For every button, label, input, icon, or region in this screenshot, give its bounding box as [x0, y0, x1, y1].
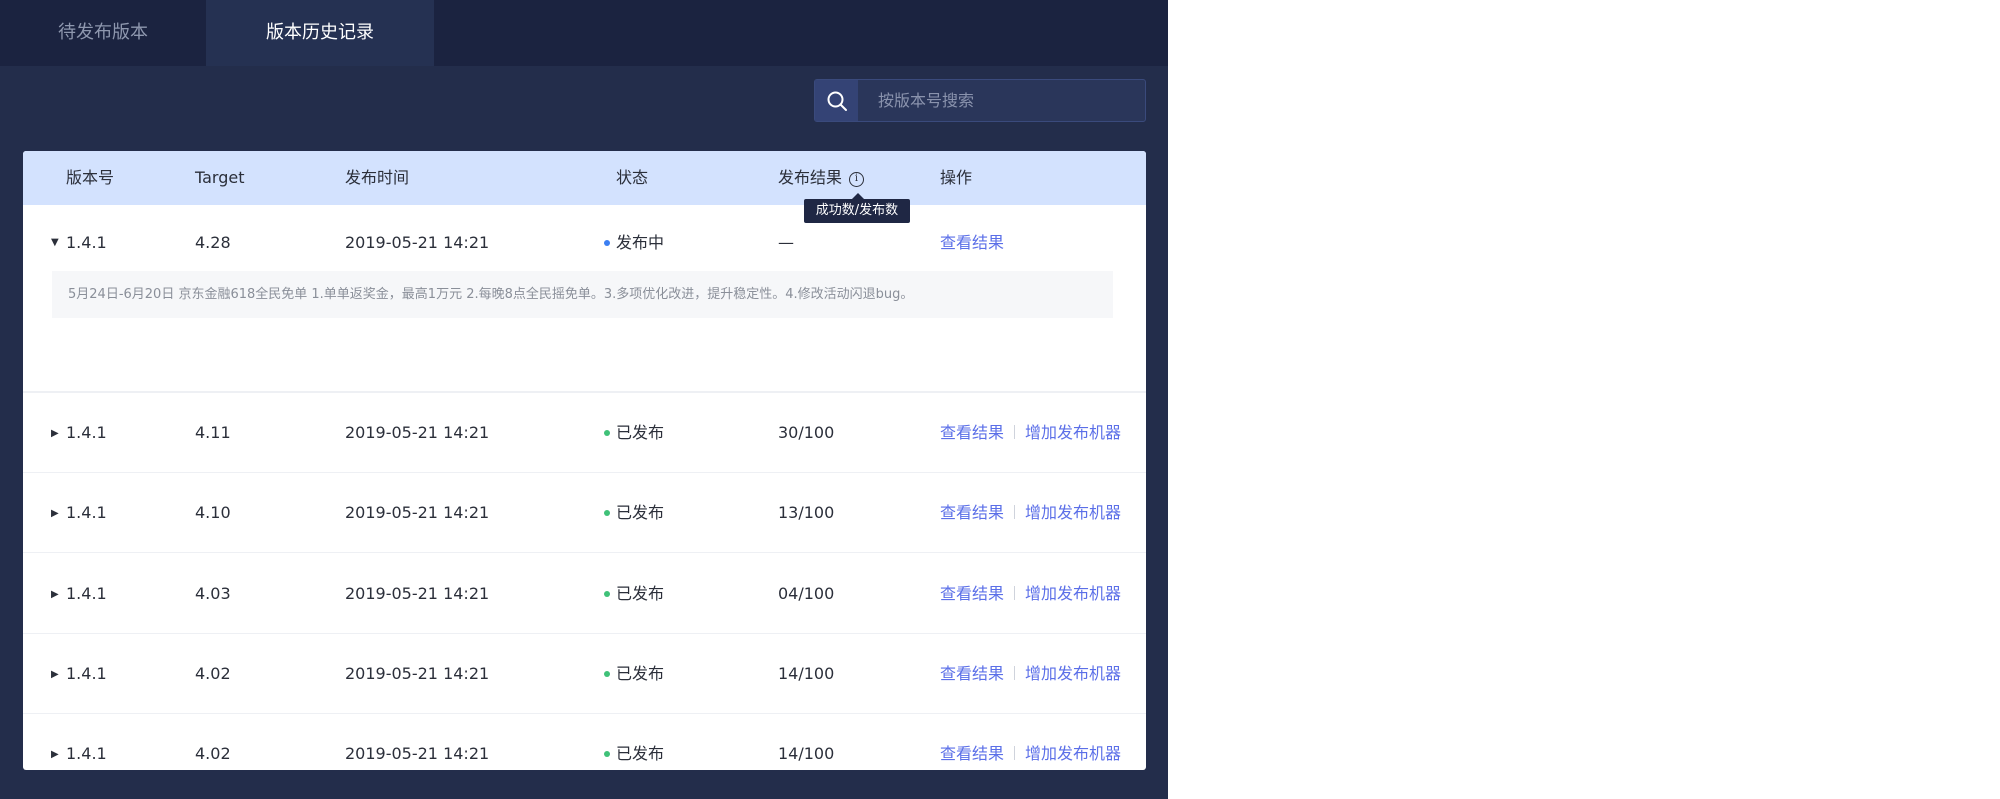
- expand-caret-icon[interactable]: ▶: [51, 749, 59, 760]
- target-cell: 4.02: [195, 664, 231, 683]
- table-row: ▶ 1.4.1 4.02 2019-05-21 14:21 已发布 14/100…: [23, 714, 1146, 770]
- search-box: [814, 79, 1146, 122]
- version-cell: 1.4.1: [66, 503, 107, 522]
- tab-bar: 待发布版本 版本历史记录: [0, 0, 1168, 66]
- add-machine-link[interactable]: 增加发布机器: [1025, 664, 1121, 683]
- version-cell: 1.4.1: [66, 423, 107, 442]
- version-cell: 1.4.1: [66, 664, 107, 683]
- time-cell: 2019-05-21 14:21: [345, 744, 490, 763]
- expand-caret-icon[interactable]: ▶: [51, 508, 59, 519]
- operation-cell: 查看结果 增加发布机器: [940, 473, 1121, 553]
- header-target: Target: [195, 168, 245, 187]
- release-description: 5月24日-6月20日 京东金融618全民免单 1.单单返奖金，最高1万元 2.…: [52, 271, 1113, 318]
- tab-release-history[interactable]: 版本历史记录: [206, 0, 434, 66]
- target-cell: 4.11: [195, 423, 231, 442]
- operation-cell: 查看结果 增加发布机器: [940, 393, 1121, 473]
- release-panel: 待发布版本 版本历史记录 版本号 Target 发布时间 状态 发布结果 i 操…: [0, 0, 1168, 799]
- view-result-link[interactable]: 查看结果: [940, 423, 1004, 442]
- tab-pending-release[interactable]: 待发布版本: [0, 0, 206, 66]
- expand-caret-icon[interactable]: ▶: [51, 428, 59, 439]
- status-dot-icon: [604, 430, 610, 436]
- header-status: 状态: [616, 168, 649, 187]
- version-search-input[interactable]: [858, 80, 1145, 121]
- target-cell: 4.03: [195, 584, 231, 603]
- status-dot-icon: [604, 751, 610, 757]
- link-divider: [1014, 425, 1016, 439]
- time-cell: 2019-05-21 14:21: [345, 503, 490, 522]
- search-button[interactable]: [815, 80, 858, 121]
- view-result-link[interactable]: 查看结果: [940, 584, 1004, 603]
- result-cell: 04/100: [778, 584, 835, 603]
- link-divider: [1014, 746, 1016, 760]
- release-history-table: 版本号 Target 发布时间 状态 发布结果 i 操作 成功数/发布数 ▼ 1…: [23, 151, 1146, 770]
- status-dot-icon: [604, 591, 610, 597]
- link-divider: [1014, 505, 1016, 519]
- status-cell: 已发布: [616, 584, 665, 603]
- header-release-time: 发布时间: [345, 168, 410, 187]
- version-cell: 1.4.1: [66, 584, 107, 603]
- link-divider: [1014, 586, 1016, 600]
- view-result-link[interactable]: 查看结果: [940, 503, 1004, 522]
- status-dot-icon: [604, 240, 610, 246]
- result-cell: —: [778, 233, 794, 252]
- status-cell: 已发布: [616, 503, 665, 522]
- status-cell: 已发布: [616, 423, 665, 442]
- add-machine-link[interactable]: 增加发布机器: [1025, 584, 1121, 603]
- result-tooltip: 成功数/发布数: [804, 193, 910, 223]
- result-cell: 14/100: [778, 664, 835, 683]
- add-machine-link[interactable]: 增加发布机器: [1025, 423, 1121, 442]
- table-row: ▶ 1.4.1 4.03 2019-05-21 14:21 已发布 04/100…: [23, 554, 1146, 634]
- expand-caret-icon[interactable]: ▶: [51, 669, 59, 680]
- status-cell: 已发布: [616, 744, 665, 763]
- time-cell: 2019-05-21 14:21: [345, 233, 490, 252]
- status-dot-icon: [604, 510, 610, 516]
- header-operation: 操作: [940, 168, 973, 187]
- status-cell: 发布中: [616, 233, 665, 252]
- time-cell: 2019-05-21 14:21: [345, 664, 490, 683]
- result-cell: 14/100: [778, 744, 835, 763]
- header-version: 版本号: [66, 168, 115, 187]
- status-cell: 已发布: [616, 664, 665, 683]
- collapse-caret-icon[interactable]: ▼: [51, 237, 59, 248]
- result-cell: 13/100: [778, 503, 835, 522]
- add-machine-link[interactable]: 增加发布机器: [1025, 503, 1121, 522]
- info-icon[interactable]: i: [849, 172, 864, 187]
- header-release-result: 发布结果: [778, 168, 843, 187]
- target-cell: 4.28: [195, 233, 231, 252]
- table-row: ▶ 1.4.1 4.10 2019-05-21 14:21 已发布 13/100…: [23, 473, 1146, 553]
- operation-cell: 查看结果: [940, 205, 1004, 281]
- time-cell: 2019-05-21 14:21: [345, 423, 490, 442]
- operation-cell: 查看结果 增加发布机器: [940, 634, 1121, 714]
- table-row: ▶ 1.4.1 4.11 2019-05-21 14:21 已发布 30/100…: [23, 393, 1146, 473]
- link-divider: [1014, 666, 1016, 680]
- table-header: 版本号 Target 发布时间 状态 发布结果 i 操作: [23, 151, 1146, 205]
- operation-cell: 查看结果 增加发布机器: [940, 714, 1121, 770]
- table-row-expanded: ▼ 1.4.1 4.28 2019-05-21 14:21 发布中 — 查看结果…: [23, 205, 1146, 393]
- view-result-link[interactable]: 查看结果: [940, 744, 1004, 763]
- result-cell: 30/100: [778, 423, 835, 442]
- view-result-link[interactable]: 查看结果: [940, 664, 1004, 683]
- time-cell: 2019-05-21 14:21: [345, 584, 490, 603]
- version-cell: 1.4.1: [66, 744, 107, 763]
- view-result-link[interactable]: 查看结果: [940, 233, 1004, 252]
- version-cell: 1.4.1: [66, 233, 107, 252]
- search-icon: [827, 91, 847, 111]
- target-cell: 4.10: [195, 503, 231, 522]
- target-cell: 4.02: [195, 744, 231, 763]
- add-machine-link[interactable]: 增加发布机器: [1025, 744, 1121, 763]
- expand-caret-icon[interactable]: ▶: [51, 589, 59, 600]
- operation-cell: 查看结果 增加发布机器: [940, 554, 1121, 634]
- table-row: ▶ 1.4.1 4.02 2019-05-21 14:21 已发布 14/100…: [23, 634, 1146, 714]
- status-dot-icon: [604, 671, 610, 677]
